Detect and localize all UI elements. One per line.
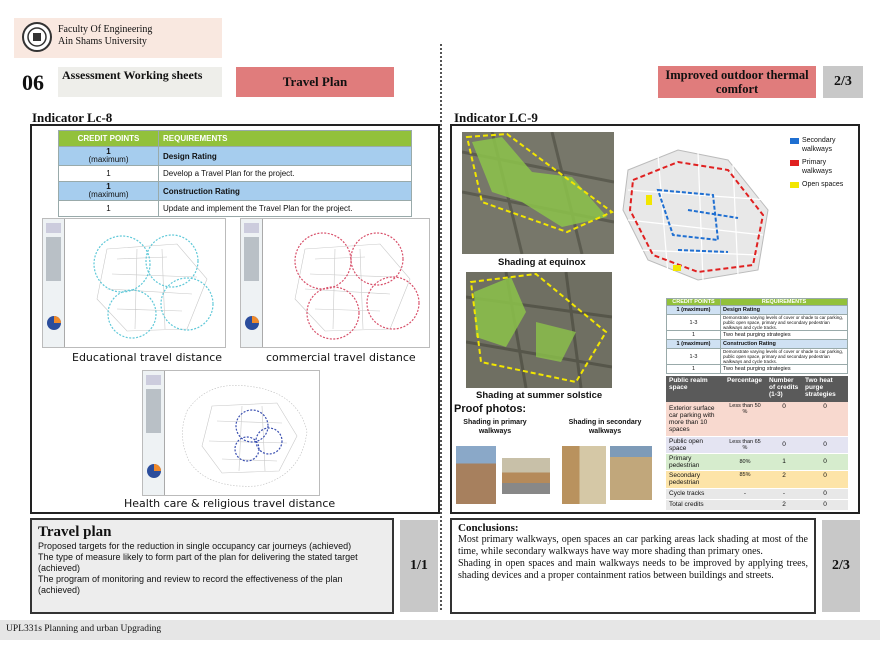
lc8-credit-table: CREDIT POINTS REQUIREMENTS 1 (maximum) De… — [58, 130, 412, 217]
university-logo — [22, 22, 52, 52]
table-header-requirements: REQUIREMENTS — [158, 130, 412, 147]
table-row: Cycle tracks - - 0 — [666, 488, 848, 500]
table-row: Secondary pedestrian 85% 2 0 — [666, 470, 848, 489]
summary-line: Proposed targets for the reduction in si… — [38, 541, 352, 551]
summary-line: The type of measure likely to form part … — [38, 552, 358, 573]
page-indicator-right: 2/3 — [822, 520, 860, 612]
table-row: 1 (maximum) Construction Rating — [58, 181, 412, 201]
table-row: 1 Two heat purging strategies — [666, 364, 848, 374]
travel-plan-title: Travel Plan — [236, 67, 394, 97]
educational-caption: Educational travel distance — [72, 351, 223, 364]
commercial-travel-map — [240, 218, 430, 348]
photo-secondary-2 — [610, 446, 652, 500]
table-row: 1-3 Demonstrate varying levels of cover o… — [666, 348, 848, 365]
table-row: Exterior surface car parking with more t… — [666, 402, 848, 437]
table-row: 1-3 Demonstrate varying levels of cover o… — [666, 314, 848, 331]
table-row: Public open space Less than 65 % 0 0 — [666, 436, 848, 454]
table-row: 1 (maximum) Design Rating — [666, 305, 848, 315]
secondary-photos-caption: Shading in secondary walkways — [568, 419, 642, 435]
photo-secondary-1 — [562, 446, 606, 504]
health-caption: Health care & religious travel distance — [124, 497, 336, 510]
page-indicator-top: 2/3 — [823, 66, 863, 98]
conclusions-title: Conclusions: — [458, 522, 519, 534]
map-sidebar-strip — [143, 371, 165, 495]
summary-line: The program of monitoring and review to … — [38, 574, 343, 595]
course-label: UPL331s Planning and urban Upgrading — [6, 624, 162, 634]
table-row: Total credits 2 0 — [666, 499, 848, 511]
table-row: 1 Develop a Travel Plan for the project. — [58, 165, 412, 182]
thermal-comfort-title: Improved outdoor thermal comfort — [658, 66, 816, 98]
legend-item: Open spaces — [790, 180, 854, 194]
section-title: Assessment Working sheets — [58, 67, 222, 97]
map-sidebar-strip — [241, 219, 263, 347]
table-header-credit: CREDIT POINTS — [58, 130, 159, 147]
commercial-caption: commercial travel distance — [266, 351, 416, 364]
lc9-credit-table: CREDIT POINTS REQUIREMENTS 1 (maximum) Des… — [666, 298, 848, 374]
conclusions-box: Conclusions: Most primary walkways, open… — [450, 518, 816, 614]
page-divider — [440, 44, 442, 610]
walkways-map — [618, 140, 778, 290]
travel-plan-summary-title: Travel plan — [38, 524, 112, 540]
map-sidebar-strip — [43, 219, 65, 347]
equinox-shading-image — [462, 132, 614, 254]
table-row: 1 Update and implement the Travel Plan f… — [58, 200, 412, 217]
photo-primary-2 — [502, 458, 550, 494]
conclusions-text: Shading in open spaces and main walkways… — [458, 558, 808, 581]
photo-primary-1 — [456, 446, 496, 504]
primary-photos-caption: Shading in primary walkways — [463, 419, 527, 435]
table-row: 1 Two heat purging strategies — [666, 330, 848, 340]
equinox-caption: Shading at equinox — [498, 257, 586, 268]
table-row: 1 (maximum) Construction Rating — [666, 339, 848, 349]
walkways-legend: Secondary walkways Primary walkways Open… — [790, 136, 854, 194]
legend-item: Primary walkways — [790, 158, 854, 180]
travel-plan-summary: Travel plan Proposed targets for the red… — [30, 518, 394, 614]
table-row: Primary pedestrian 80% 1 0 — [666, 453, 848, 471]
educational-travel-map — [42, 218, 226, 348]
page-indicator-left: 1/1 — [400, 520, 438, 612]
footer: UPL331s Planning and urban Upgrading — [0, 620, 880, 640]
health-travel-map — [142, 370, 320, 496]
conclusions-text: Most primary walkways, open spaces an ca… — [458, 534, 808, 557]
proof-photos-title: Proof photos: — [454, 403, 527, 415]
solstice-shading-image — [466, 272, 612, 388]
public-realm-table: Public realm space Percentage Number of … — [666, 376, 848, 511]
solstice-caption: Shading at summer solstice — [476, 390, 603, 401]
table-row: 1 (maximum) Design Rating — [58, 146, 412, 166]
faculty-name: Faculty Of Engineering Ain Shams Univers… — [58, 24, 153, 47]
section-number: 06 — [22, 70, 44, 95]
legend-item: Secondary walkways — [790, 136, 854, 158]
